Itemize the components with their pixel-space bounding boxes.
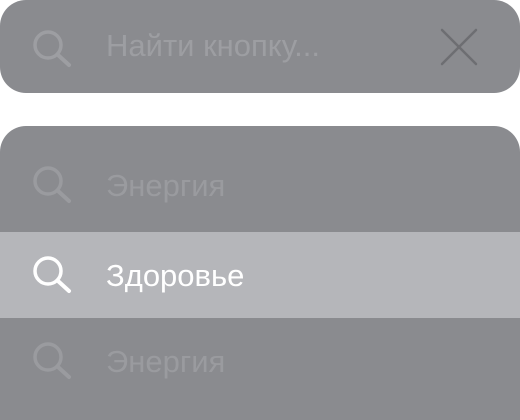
search-results-list: Энергия Здоровье Энергия [0,126,520,420]
search-icon [30,254,74,294]
close-icon[interactable] [440,28,478,66]
list-item[interactable]: Энергия [0,142,520,228]
search-icon [30,340,74,380]
search-icon [30,164,74,204]
search-bar[interactable]: Найти кнопку... [0,0,520,93]
list-item-label: Здоровье [106,258,245,293]
list-item[interactable]: Энергия [0,318,520,404]
list-item-label: Энергия [106,344,226,379]
list-item-label: Энергия [106,168,226,203]
search-input[interactable]: Найти кнопку... [106,24,320,68]
search-icon [30,28,74,68]
list-item-highlighted[interactable]: Здоровье [0,232,520,318]
